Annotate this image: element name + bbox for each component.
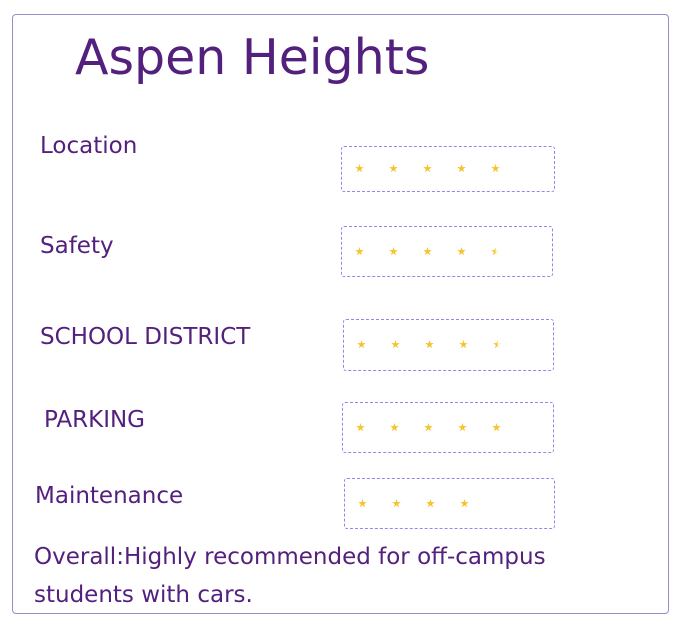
star-icon	[491, 164, 500, 173]
star-icon	[392, 499, 401, 508]
star-icon	[356, 423, 365, 432]
star-icon	[457, 247, 466, 256]
star-icon	[460, 499, 469, 508]
star-icon	[425, 340, 434, 349]
rating-label-school-district: SCHOOL DISTRICT	[40, 324, 251, 350]
rating-label-parking: PARKING	[44, 407, 146, 433]
star-icon	[389, 164, 398, 173]
star-icon	[391, 340, 400, 349]
page-title: Aspen Heights	[75, 29, 430, 86]
review-card	[12, 14, 669, 614]
star-icon	[358, 499, 367, 508]
star-half-icon	[491, 247, 500, 256]
star-icon	[357, 340, 366, 349]
star-icon	[492, 423, 501, 432]
star-icon	[389, 247, 398, 256]
star-rating-parking[interactable]	[342, 402, 554, 453]
rating-label-safety: Safety	[40, 233, 114, 259]
star-icon	[355, 164, 364, 173]
star-icon	[423, 164, 432, 173]
star-icon	[424, 423, 433, 432]
rating-label-location: Location	[40, 133, 138, 159]
star-half-icon	[493, 340, 502, 349]
star-icon	[423, 247, 432, 256]
star-icon	[355, 247, 364, 256]
rating-label-maintenance: Maintenance	[35, 483, 184, 509]
star-rating-school-district[interactable]	[343, 319, 554, 371]
star-rating-location[interactable]	[341, 146, 555, 192]
star-icon	[426, 499, 435, 508]
star-icon	[459, 340, 468, 349]
star-rating-safety[interactable]	[341, 226, 553, 277]
star-rating-maintenance[interactable]	[344, 478, 555, 529]
star-icon	[457, 164, 466, 173]
overall-summary: Overall:Highly recommended for off-campu…	[34, 544, 546, 608]
star-icon	[458, 423, 467, 432]
star-icon	[390, 423, 399, 432]
